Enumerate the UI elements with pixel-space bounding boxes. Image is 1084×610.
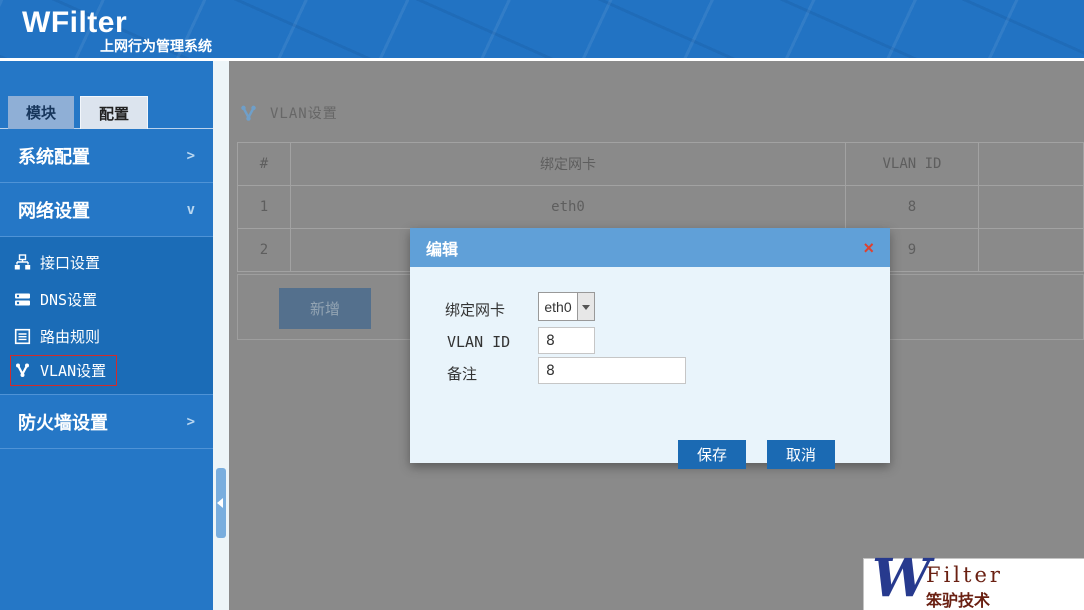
page-title-text: VLAN设置 bbox=[270, 103, 338, 123]
vlan-icon bbox=[239, 104, 258, 123]
sidebar-item-firewall-settings[interactable]: 防火墙设置 > bbox=[0, 395, 213, 449]
vlan-icon bbox=[14, 362, 31, 379]
edit-dialog: 编辑 × 绑定网卡 eth0 VLAN ID 备注 保存 取消 bbox=[410, 228, 890, 463]
watermark-name: Filter bbox=[926, 563, 1003, 587]
cell-extra bbox=[979, 186, 1084, 229]
chevron-right-icon: > bbox=[187, 414, 195, 430]
sidebar-tabs: 模块 配置 bbox=[0, 61, 213, 129]
sidebar-item-vlan-settings[interactable]: VLAN设置 bbox=[10, 355, 117, 386]
sidebar-item-label: 网络设置 bbox=[18, 197, 90, 223]
sitemap-icon bbox=[14, 254, 31, 271]
note-field-label: 备注 bbox=[447, 363, 477, 384]
server-icon bbox=[14, 291, 31, 308]
chevron-right-icon: > bbox=[187, 148, 195, 164]
cell-nic: eth0 bbox=[291, 186, 846, 229]
watermark-company: 笨驴技术 bbox=[926, 587, 990, 610]
edit-dialog-title: 编辑 bbox=[426, 236, 458, 260]
tab-config[interactable]: 配置 bbox=[80, 96, 148, 129]
cell-vlan-id: 8 bbox=[846, 186, 979, 229]
cell-extra bbox=[979, 229, 1084, 272]
nic-select-value: eth0 bbox=[539, 293, 577, 320]
sidebar-item-routing-rules[interactable]: 路由规则 bbox=[0, 318, 213, 355]
collapse-sidebar-handle[interactable] bbox=[216, 468, 226, 538]
watermark-w-glyph: W bbox=[872, 553, 930, 605]
add-button[interactable]: 新增 bbox=[279, 288, 371, 329]
chevron-down-icon: v bbox=[187, 202, 195, 218]
chevron-left-icon bbox=[217, 498, 223, 508]
col-header-vlan-id: VLAN ID bbox=[846, 143, 979, 186]
brand-subtitle: 上网行为管理系统 bbox=[100, 36, 212, 56]
edit-dialog-body: 绑定网卡 eth0 VLAN ID 备注 保存 取消 bbox=[410, 267, 890, 463]
table-row: 1 eth0 8 bbox=[238, 186, 1084, 229]
sidebar-item-label: 接口设置 bbox=[40, 252, 100, 273]
sidebar-item-label: VLAN设置 bbox=[40, 360, 106, 381]
page-title: VLAN设置 bbox=[239, 103, 338, 123]
close-icon[interactable]: × bbox=[863, 239, 874, 257]
save-button[interactable]: 保存 bbox=[678, 440, 746, 469]
nic-select[interactable]: eth0 bbox=[538, 292, 595, 321]
sidebar-item-label: 防火墙设置 bbox=[18, 409, 108, 435]
table-header-row: # 绑定网卡 VLAN ID bbox=[238, 143, 1084, 186]
col-header-index: # bbox=[238, 143, 291, 186]
sidebar-item-system-config[interactable]: 系统配置 > bbox=[0, 129, 213, 183]
cancel-button[interactable]: 取消 bbox=[767, 440, 835, 469]
col-header-extra bbox=[979, 143, 1084, 186]
note-input[interactable] bbox=[538, 357, 686, 384]
sidebar-item-dns-settings[interactable]: DNS设置 bbox=[0, 281, 213, 318]
col-header-nic: 绑定网卡 bbox=[291, 143, 846, 186]
nic-field-label: 绑定网卡 bbox=[445, 299, 505, 320]
cell-index: 2 bbox=[238, 229, 291, 272]
watermark-logo: W Filter 笨驴技术 bbox=[863, 558, 1084, 610]
sidebar-item-label: 路由规则 bbox=[40, 326, 100, 347]
app-header: WFilter 上网行为管理系统 bbox=[0, 0, 1084, 61]
sidebar-gutter bbox=[213, 61, 229, 610]
sidebar-item-label: 系统配置 bbox=[18, 143, 90, 169]
brand-logo: WFilter bbox=[22, 6, 127, 40]
network-submenu: 接口设置 DNS设置 路由规则 VLAN bbox=[0, 237, 213, 395]
sidebar-item-interface-settings[interactable]: 接口设置 bbox=[0, 244, 213, 281]
sidebar-item-label: DNS设置 bbox=[40, 289, 97, 310]
chevron-down-icon bbox=[577, 293, 594, 320]
tab-modules[interactable]: 模块 bbox=[8, 96, 74, 129]
vlan-id-field-label: VLAN ID bbox=[447, 333, 510, 351]
vlan-id-input[interactable] bbox=[538, 327, 595, 354]
cell-index: 1 bbox=[238, 186, 291, 229]
sidebar: 模块 配置 系统配置 > 网络设置 v 接口设置 DNS设置 bbox=[0, 61, 213, 610]
edit-dialog-titlebar: 编辑 × bbox=[410, 228, 890, 267]
list-icon bbox=[14, 328, 31, 345]
sidebar-item-network-settings[interactable]: 网络设置 v bbox=[0, 183, 213, 237]
